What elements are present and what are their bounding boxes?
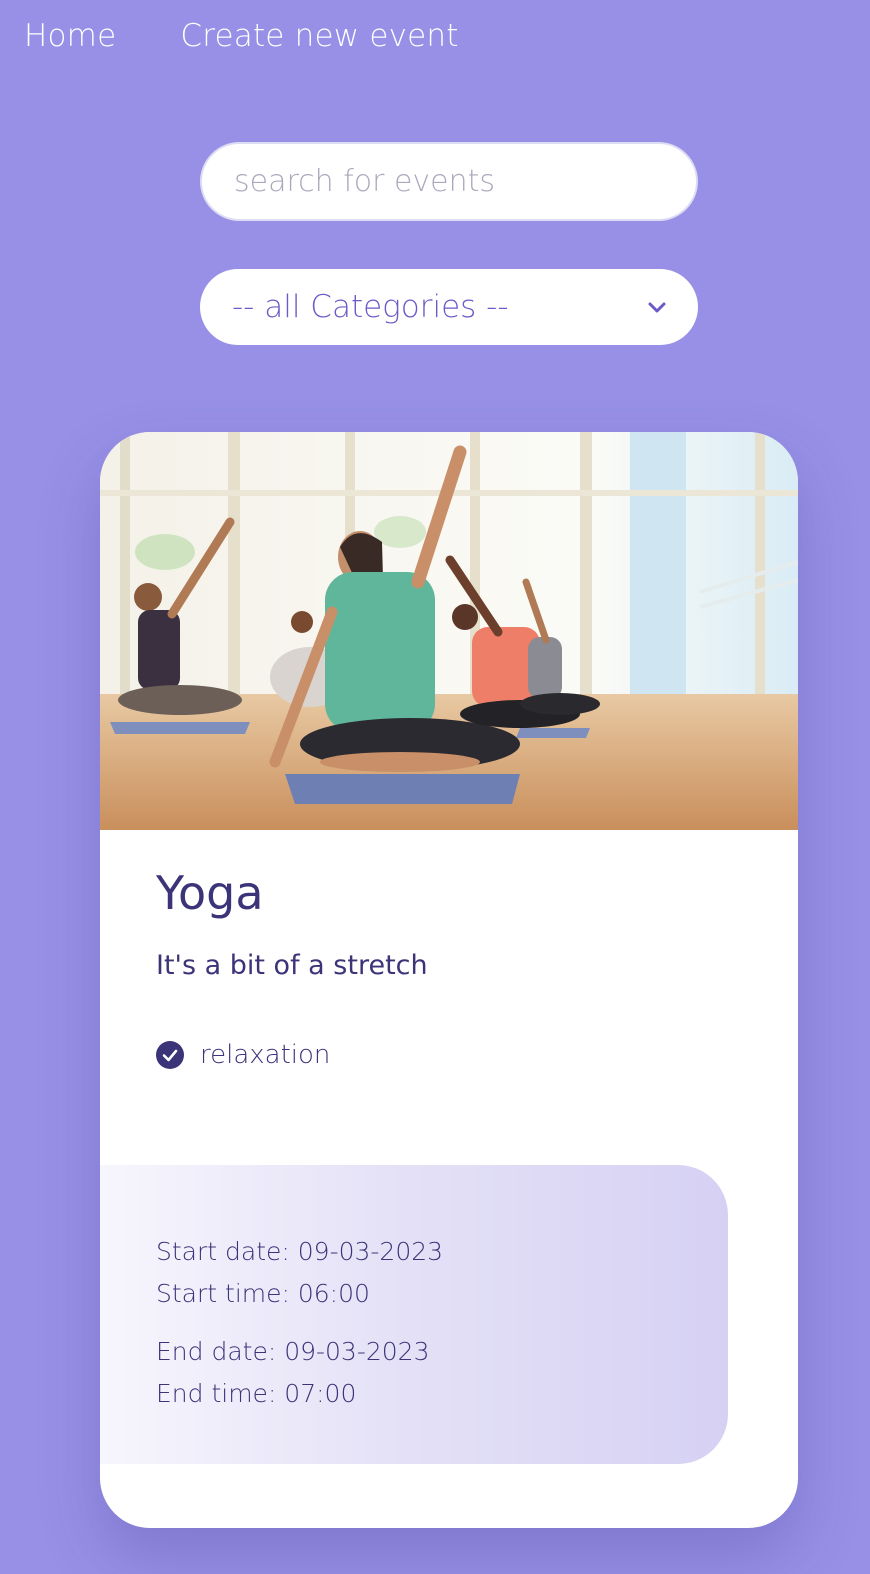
chevron-down-icon xyxy=(648,302,666,313)
start-date: Start date: 09-03-2023 xyxy=(156,1237,444,1266)
category-tag: relaxation xyxy=(156,1040,330,1070)
event-schedule-panel: Start date: 09-03-2023 Start time: 06:00… xyxy=(100,1165,728,1464)
category-select-value: -- all Categories -- xyxy=(232,289,509,325)
end-date: End date: 09-03-2023 xyxy=(156,1337,430,1366)
nav-home-link[interactable]: Home xyxy=(24,18,116,54)
nav-create-event-link[interactable]: Create new event xyxy=(180,18,458,54)
end-time: End time: 07:00 xyxy=(156,1379,357,1408)
event-subtitle: It's a bit of a stretch xyxy=(156,950,428,981)
check-circle-icon xyxy=(156,1041,184,1069)
top-nav: Home Create new event xyxy=(24,18,459,54)
start-time: Start time: 06:00 xyxy=(156,1279,370,1308)
search-input[interactable] xyxy=(200,142,698,221)
category-tag-label: relaxation xyxy=(200,1040,331,1070)
event-title: Yoga xyxy=(156,866,264,920)
event-image xyxy=(100,432,798,830)
event-card[interactable]: Yoga It's a bit of a stretch relaxation … xyxy=(100,432,798,1528)
category-select[interactable]: -- all Categories -- xyxy=(200,269,698,345)
